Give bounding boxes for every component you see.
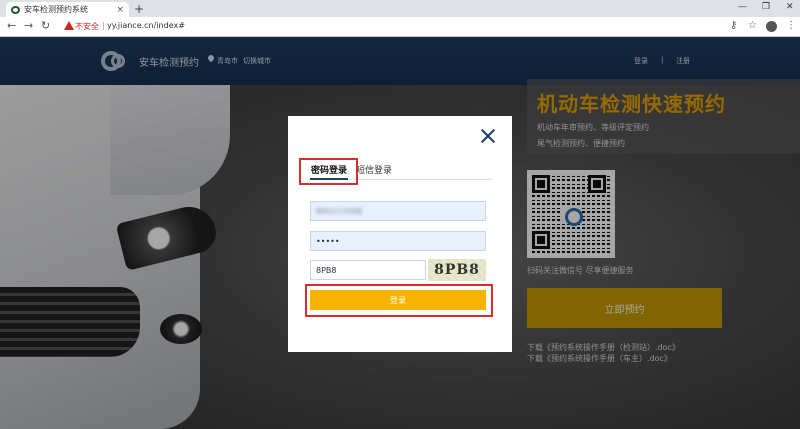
password-value: ••••• — [316, 236, 340, 246]
highlight-box-tab — [299, 158, 358, 185]
browser-tabstrip: 安车检测预约系统 × + — ❐ ✕ — [0, 0, 800, 17]
security-label[interactable]: 不安全 — [75, 21, 99, 32]
minimize-icon[interactable]: — — [738, 2, 747, 12]
tab-close-icon[interactable]: × — [116, 5, 124, 15]
close-window-icon[interactable]: ✕ — [786, 2, 794, 12]
url-separator: | — [102, 21, 105, 30]
site-favicon-icon — [11, 5, 20, 14]
captcha-input[interactable]: 8PB8 — [310, 260, 426, 280]
address-bar[interactable]: yy.jiance.cn/index# — [107, 21, 185, 30]
reload-icon[interactable]: ↻ — [41, 20, 50, 32]
password-input[interactable]: ••••• — [310, 231, 486, 251]
warning-icon — [64, 21, 74, 30]
blurred-phone-value — [316, 208, 362, 214]
login-modal: 密码登录 短信登录 ••••• 8PB8 8PB8 登录 — [288, 116, 512, 352]
forward-icon[interactable]: → — [24, 20, 33, 32]
captcha-value: 8PB8 — [316, 265, 337, 275]
star-icon[interactable]: ☆ — [748, 20, 757, 32]
browser-toolbar: ← → ↻ 不安全 | yy.jiance.cn/index# ⚷ ☆ ⋮ — [0, 17, 800, 37]
maximize-icon[interactable]: ❐ — [762, 2, 770, 12]
phone-input[interactable] — [310, 201, 486, 221]
captcha-image-text: 8PB8 — [434, 262, 480, 278]
key-icon[interactable]: ⚷ — [730, 20, 737, 32]
captcha-image[interactable]: 8PB8 — [428, 259, 486, 281]
back-icon[interactable]: ← — [7, 20, 16, 32]
profile-avatar-icon[interactable] — [766, 21, 777, 32]
browser-tab[interactable]: 安车检测预约系统 × — [6, 2, 129, 17]
new-tab-button[interactable]: + — [134, 3, 144, 15]
tab-title: 安车检测预约系统 — [24, 5, 88, 14]
close-icon[interactable] — [480, 128, 496, 144]
menu-icon[interactable]: ⋮ — [786, 20, 796, 32]
tab-sms-login[interactable]: 短信登录 — [356, 163, 392, 176]
highlight-box-login — [305, 284, 493, 317]
